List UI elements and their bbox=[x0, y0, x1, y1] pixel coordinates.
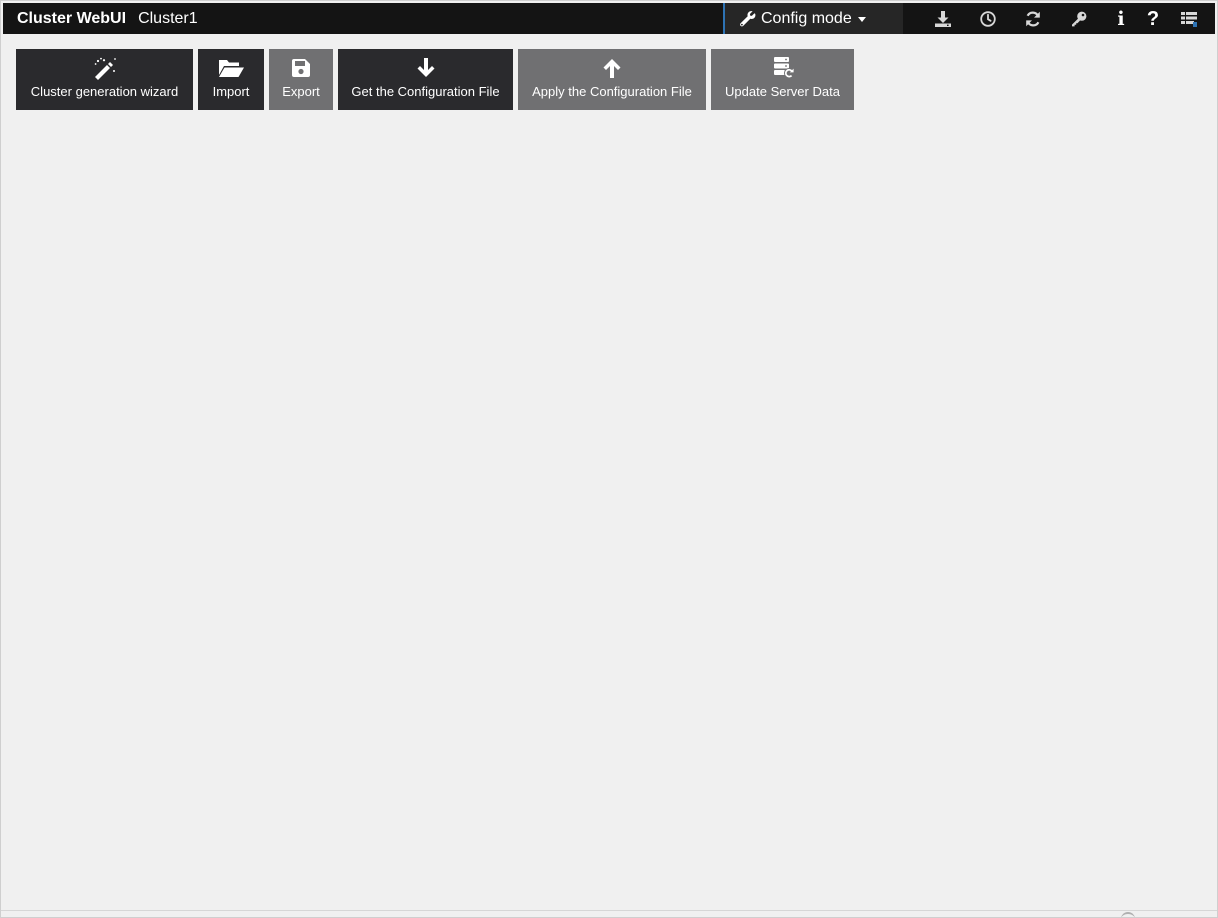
server-refresh-icon bbox=[711, 56, 854, 80]
app-title: Cluster WebUI bbox=[17, 10, 127, 27]
arrow-up-icon bbox=[518, 56, 706, 80]
cluster-name: Cluster1 bbox=[138, 10, 198, 27]
clock-icon[interactable] bbox=[978, 9, 998, 29]
apply-configuration-file-label: Apply the Configuration File bbox=[532, 84, 692, 99]
import-label: Import bbox=[212, 84, 250, 99]
config-mode-dropdown[interactable]: Config mode bbox=[723, 3, 903, 34]
export-button[interactable]: Export bbox=[269, 49, 333, 110]
download-icon[interactable] bbox=[933, 9, 953, 29]
list-icon[interactable] bbox=[1179, 9, 1199, 29]
import-button[interactable]: Import bbox=[198, 49, 264, 110]
top-navbar: Cluster WebUI Cluster1 Config mode i ? bbox=[3, 3, 1215, 34]
main-toolbar: Cluster generation wizard Import Export bbox=[1, 49, 901, 110]
key-icon[interactable] bbox=[1069, 9, 1089, 29]
help-icon[interactable]: ? bbox=[1143, 9, 1163, 29]
apply-configuration-file-button[interactable]: Apply the Configuration File bbox=[518, 49, 706, 110]
info-glyph: i bbox=[1117, 8, 1125, 30]
status-indicator bbox=[1121, 912, 1135, 917]
arrow-down-icon bbox=[338, 56, 513, 80]
refresh-icon[interactable] bbox=[1023, 9, 1043, 29]
cluster-generation-wizard-button[interactable]: Cluster generation wizard bbox=[16, 49, 193, 110]
info-icon[interactable]: i bbox=[1111, 9, 1131, 29]
get-configuration-file-button[interactable]: Get the Configuration File bbox=[338, 49, 513, 110]
status-divider bbox=[1, 910, 1217, 911]
get-configuration-file-label: Get the Configuration File bbox=[351, 84, 500, 99]
export-label: Export bbox=[282, 84, 320, 99]
app-window: Cluster WebUI Cluster1 Config mode i ? C… bbox=[0, 0, 1218, 918]
brand: Cluster WebUI Cluster1 bbox=[17, 3, 198, 34]
update-server-data-label: Update Server Data bbox=[725, 84, 840, 99]
cluster-generation-wizard-label: Cluster generation wizard bbox=[30, 84, 179, 99]
wrench-icon bbox=[739, 10, 757, 28]
update-server-data-button[interactable]: Update Server Data bbox=[711, 49, 854, 110]
folder-open-icon bbox=[198, 56, 264, 80]
magic-wand-icon bbox=[16, 56, 193, 80]
help-glyph: ? bbox=[1146, 8, 1160, 30]
save-icon bbox=[269, 56, 333, 80]
config-mode-label: Config mode bbox=[761, 9, 852, 27]
chevron-down-icon bbox=[857, 17, 866, 22]
